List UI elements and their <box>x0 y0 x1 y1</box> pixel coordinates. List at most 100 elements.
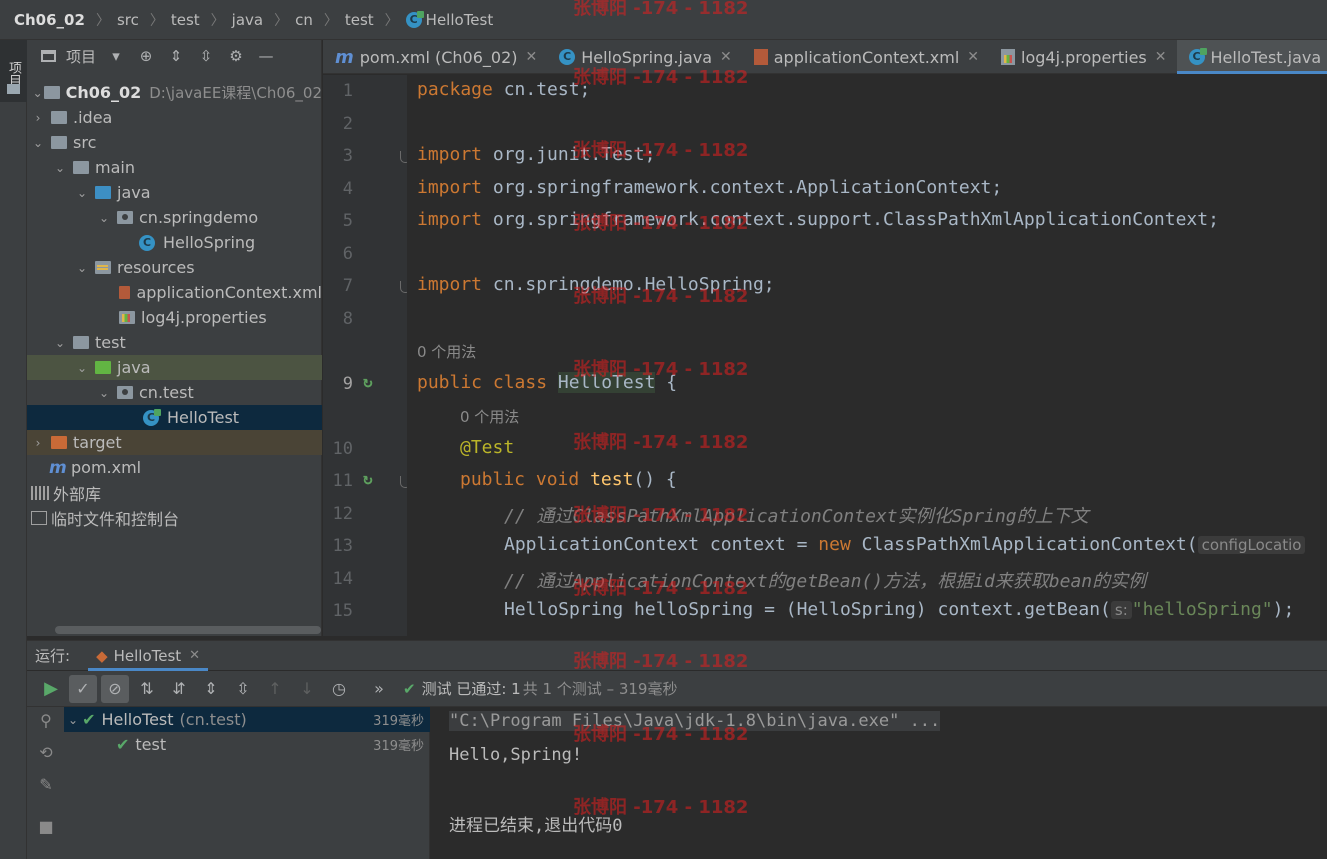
history-icon[interactable]: ◷ <box>325 675 353 703</box>
test-suite-row[interactable]: ⌄ ✔ HelloTest (cn.test) 319毫秒 <box>64 707 430 732</box>
run-toolbar: ▶ ✓ ⊘ ⇅ ⇵ ⇕ ⇳ ↑ ↓ ◷ » ✔ 测试 已通过: 1 共 1 个测… <box>27 671 1327 707</box>
package-icon <box>117 211 133 224</box>
parameter-hint: s: <box>1110 601 1132 619</box>
class-name: HelloTest <box>557 372 656 393</box>
tree-item-springdemo[interactable]: ⌄ cn.springdemo <box>27 205 322 230</box>
breadcrumb-hellotest[interactable]: C HelloTest <box>405 0 498 39</box>
package-icon <box>117 386 133 399</box>
chevron-right-icon[interactable]: › <box>31 111 45 125</box>
sort-alpha-icon[interactable]: ⇅ <box>133 675 161 703</box>
restore-layout-icon[interactable]: ⟲ <box>36 743 56 763</box>
tab-pom-xml[interactable]: m pom.xml (Ch06_02) ✕ <box>323 40 547 74</box>
debug-icon[interactable]: ⚲ <box>36 711 56 731</box>
tree-item-hellotest[interactable]: C HelloTest <box>27 405 322 430</box>
expand-all-icon[interactable]: ⇕ <box>197 675 225 703</box>
close-icon[interactable]: ✕ <box>720 49 732 65</box>
test-status: ✔ 测试 已通过: 1 共 1 个测试 – 319毫秒 <box>403 678 677 699</box>
breadcrumb-src[interactable]: src <box>117 0 143 39</box>
project-path: D:\javaEE课程\Ch06_02 <box>149 84 322 102</box>
breadcrumb-test[interactable]: test <box>171 0 204 39</box>
folder-icon <box>51 136 67 149</box>
close-icon[interactable]: ✕ <box>525 49 537 65</box>
tree-item-project[interactable]: ⌄ Ch06_02 D:\javaEE课程\Ch06_02 <box>27 80 322 105</box>
chevron-down-icon[interactable]: ⌄ <box>53 336 67 350</box>
tree-item-main[interactable]: ⌄ main <box>27 155 322 180</box>
expand-all-icon[interactable]: ⇕ <box>166 47 186 65</box>
keyword: import <box>417 177 483 198</box>
tab-hellospring[interactable]: C HelloSpring.java ✕ <box>547 40 742 74</box>
show-passed-icon[interactable]: ✓ <box>69 674 97 703</box>
chevron-down-icon[interactable]: ⌄ <box>75 186 89 200</box>
run-test-icon[interactable]: ↻ <box>363 372 383 391</box>
breadcrumb-test-pkg[interactable]: test <box>345 0 378 39</box>
gear-icon[interactable]: ⚙ <box>226 47 246 65</box>
chevron-down-icon[interactable]: ⌄ <box>75 261 89 275</box>
breadcrumb-project[interactable]: Ch06_02 <box>14 0 89 39</box>
code-editor[interactable]: package cn.test; import org.junit.Test; … <box>407 75 1327 636</box>
tree-item-test[interactable]: ⌄ test <box>27 330 322 355</box>
tree-item-pom[interactable]: m pom.xml <box>27 455 322 480</box>
horizontal-scrollbar[interactable] <box>55 626 321 634</box>
console-command-line[interactable]: "C:\Program Files\Java\jdk-1.8\bin\java.… <box>449 711 941 731</box>
collapse-all-icon[interactable]: ⇳ <box>229 675 257 703</box>
close-icon[interactable]: ✕ <box>967 49 979 65</box>
chevron-down-icon[interactable]: ⌄ <box>31 136 45 150</box>
tree-item-external-libraries[interactable]: 外部库 <box>27 480 322 505</box>
collapse-all-icon[interactable]: ⇳ <box>196 47 216 65</box>
tree-item-resources[interactable]: ⌄ resources <box>27 255 322 280</box>
chevron-down-icon[interactable]: ⌄ <box>68 713 78 727</box>
check-icon: ✔ <box>403 679 416 698</box>
excluded-folder-icon <box>51 436 67 449</box>
breadcrumb-java[interactable]: java <box>232 0 267 39</box>
tree-item-label: src <box>73 133 97 152</box>
tab-hellotest[interactable]: CHelloTest.java✕ <box>1176 40 1327 74</box>
code-line: package cn.test; <box>417 79 590 100</box>
wrench-icon[interactable]: ✎ <box>36 775 56 795</box>
chevron-down-icon[interactable]: ⌄ <box>97 211 111 225</box>
tree-item-hellospring[interactable]: C HelloSpring <box>27 230 322 255</box>
next-test-icon[interactable]: ↓ <box>293 675 321 703</box>
tree-item-cn-test[interactable]: ⌄ cn.test <box>27 380 322 405</box>
chevron-right-icon: 〉 <box>95 12 110 29</box>
tree-item-label: 外部库 <box>53 484 102 504</box>
line-number: 7 <box>342 276 353 296</box>
tree-item-log4j[interactable]: log4j.properties <box>27 305 322 330</box>
usage-hint[interactable]: 0 个用法 <box>417 341 476 362</box>
console-output[interactable]: "C:\Program Files\Java\jdk-1.8\bin\java.… <box>431 707 1327 859</box>
previous-test-icon[interactable]: ↑ <box>261 675 289 703</box>
test-case-row[interactable]: ✔ test 319毫秒 <box>64 732 430 757</box>
chevron-right-icon[interactable]: › <box>31 436 45 450</box>
tab-applicationcontext[interactable]: applicationContext.xml ✕ <box>742 40 989 74</box>
rerun-icon[interactable]: ▶ <box>37 675 65 703</box>
tree-item-main-java[interactable]: ⌄ java <box>27 180 322 205</box>
chevron-down-icon[interactable]: ⌄ <box>31 86 44 100</box>
tree-item-test-java[interactable]: ⌄ java <box>27 355 322 380</box>
chevron-down-icon[interactable]: ▾ <box>106 47 126 65</box>
run-test-icon[interactable]: ↻ <box>363 469 383 488</box>
tree-item-applicationcontext[interactable]: applicationContext.xml <box>27 280 322 305</box>
more-icon[interactable]: » <box>365 675 393 703</box>
sort-duration-icon[interactable]: ⇵ <box>165 675 193 703</box>
tree-item-idea[interactable]: › .idea <box>27 105 322 130</box>
chevron-down-icon[interactable]: ⌄ <box>53 161 67 175</box>
tree-item-src[interactable]: ⌄ src <box>27 130 322 155</box>
stop-icon[interactable]: ■ <box>36 817 56 837</box>
line-number: 2 <box>342 114 353 134</box>
usage-hint[interactable]: 0 个用法 <box>460 406 519 427</box>
run-tab-hellotest[interactable]: ◆ HelloTest ✕ <box>88 641 209 671</box>
minimize-icon[interactable]: — <box>256 47 276 65</box>
tree-item-label: main <box>95 158 135 177</box>
chevron-down-icon[interactable]: ⌄ <box>97 386 111 400</box>
editor-gutter[interactable]: 1 2 3 4 5 6 7 8 9 ↻ 10 11 ↻ 12 13 14 15 <box>323 75 411 636</box>
tree-item-target[interactable]: › target <box>27 430 322 455</box>
chevron-down-icon[interactable]: ⌄ <box>75 361 89 375</box>
close-icon[interactable]: ✕ <box>1155 49 1167 65</box>
show-ignored-icon[interactable]: ⊘ <box>101 674 129 703</box>
locate-icon[interactable]: ⊕ <box>136 47 156 65</box>
close-icon[interactable]: ✕ <box>189 648 200 663</box>
project-panel-title[interactable]: 项目 <box>66 46 96 67</box>
tab-log4j[interactable]: log4j.properties ✕ <box>989 40 1176 74</box>
tree-item-scratches[interactable]: 临时文件和控制台 <box>27 505 322 530</box>
tree-item-label: HelloTest <box>167 408 240 427</box>
breadcrumb-cn[interactable]: cn <box>295 0 317 39</box>
